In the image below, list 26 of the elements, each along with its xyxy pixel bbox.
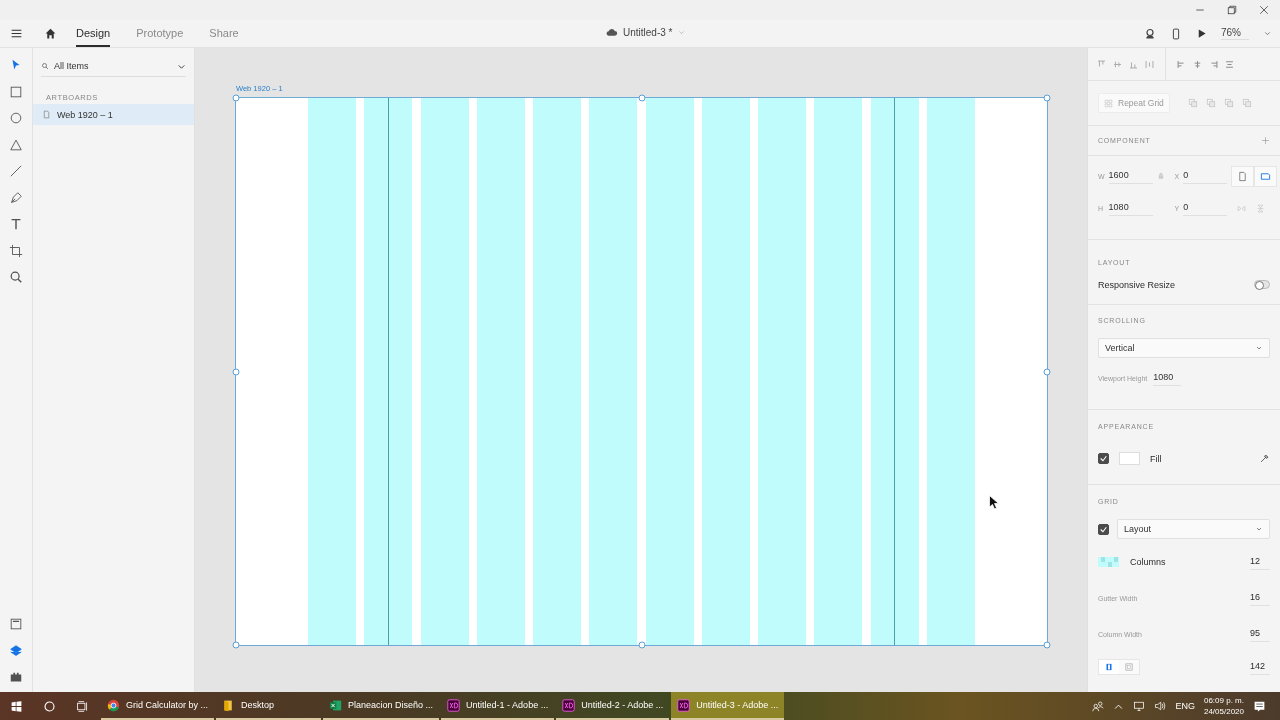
grid-type-dropdown[interactable]: Layout xyxy=(1117,519,1270,539)
columns-field[interactable]: 12 xyxy=(1250,554,1270,570)
field-label: Columns xyxy=(1130,557,1166,567)
viewport-height-field[interactable]: 1080 xyxy=(1153,370,1182,386)
taskbar-app[interactable]: Desktop xyxy=(216,692,322,720)
fill-label: Fill xyxy=(1150,453,1162,464)
margin-field[interactable]: 142 xyxy=(1250,659,1270,675)
scrolling-dropdown[interactable]: Vertical xyxy=(1098,338,1270,358)
document-title[interactable]: Untitled-3 * xyxy=(623,27,673,38)
taskbar-app[interactable]: Grid Calculator by ... xyxy=(101,692,215,720)
x-field[interactable]: 0 xyxy=(1183,168,1228,184)
layer-item[interactable]: Web 1920 – 1 xyxy=(33,104,194,125)
y-field[interactable]: 0 xyxy=(1183,200,1228,216)
taskbar-app[interactable]: Untitled-3 - Adobe ... xyxy=(671,692,785,720)
taskbar-app[interactable]: Planeacion Diseño ... xyxy=(323,692,440,720)
taskbar-app[interactable]: Untitled-1 - Adobe ... xyxy=(441,692,555,720)
clock[interactable]: 06:09 p. m. 24/05/2020 xyxy=(1203,695,1244,717)
search-field[interactable]: All Items xyxy=(41,58,186,77)
gutter-width-field[interactable]: 16 xyxy=(1250,590,1270,606)
taskbar-app[interactable]: Untitled-2 - Adobe ... xyxy=(556,692,670,720)
language-indicator[interactable]: ENG xyxy=(1175,701,1195,711)
zoom-level[interactable]: 76% xyxy=(1221,27,1249,40)
width-field[interactable]: 1600 xyxy=(1108,168,1153,184)
toggle-label: Responsive Resize xyxy=(1098,279,1176,290)
column-width-field[interactable]: 95 xyxy=(1250,626,1270,642)
height-field[interactable]: 1080 xyxy=(1108,200,1153,216)
